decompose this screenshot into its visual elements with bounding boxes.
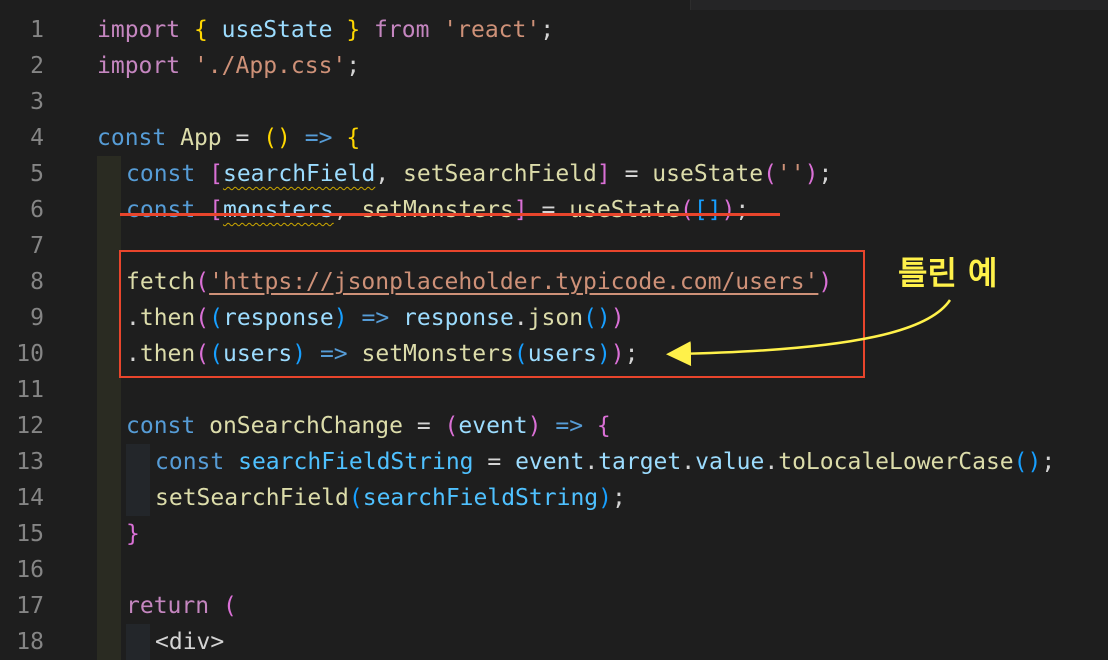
annotation-arrow [666,299,952,367]
annotation-label: 틀린 예 [898,254,998,292]
